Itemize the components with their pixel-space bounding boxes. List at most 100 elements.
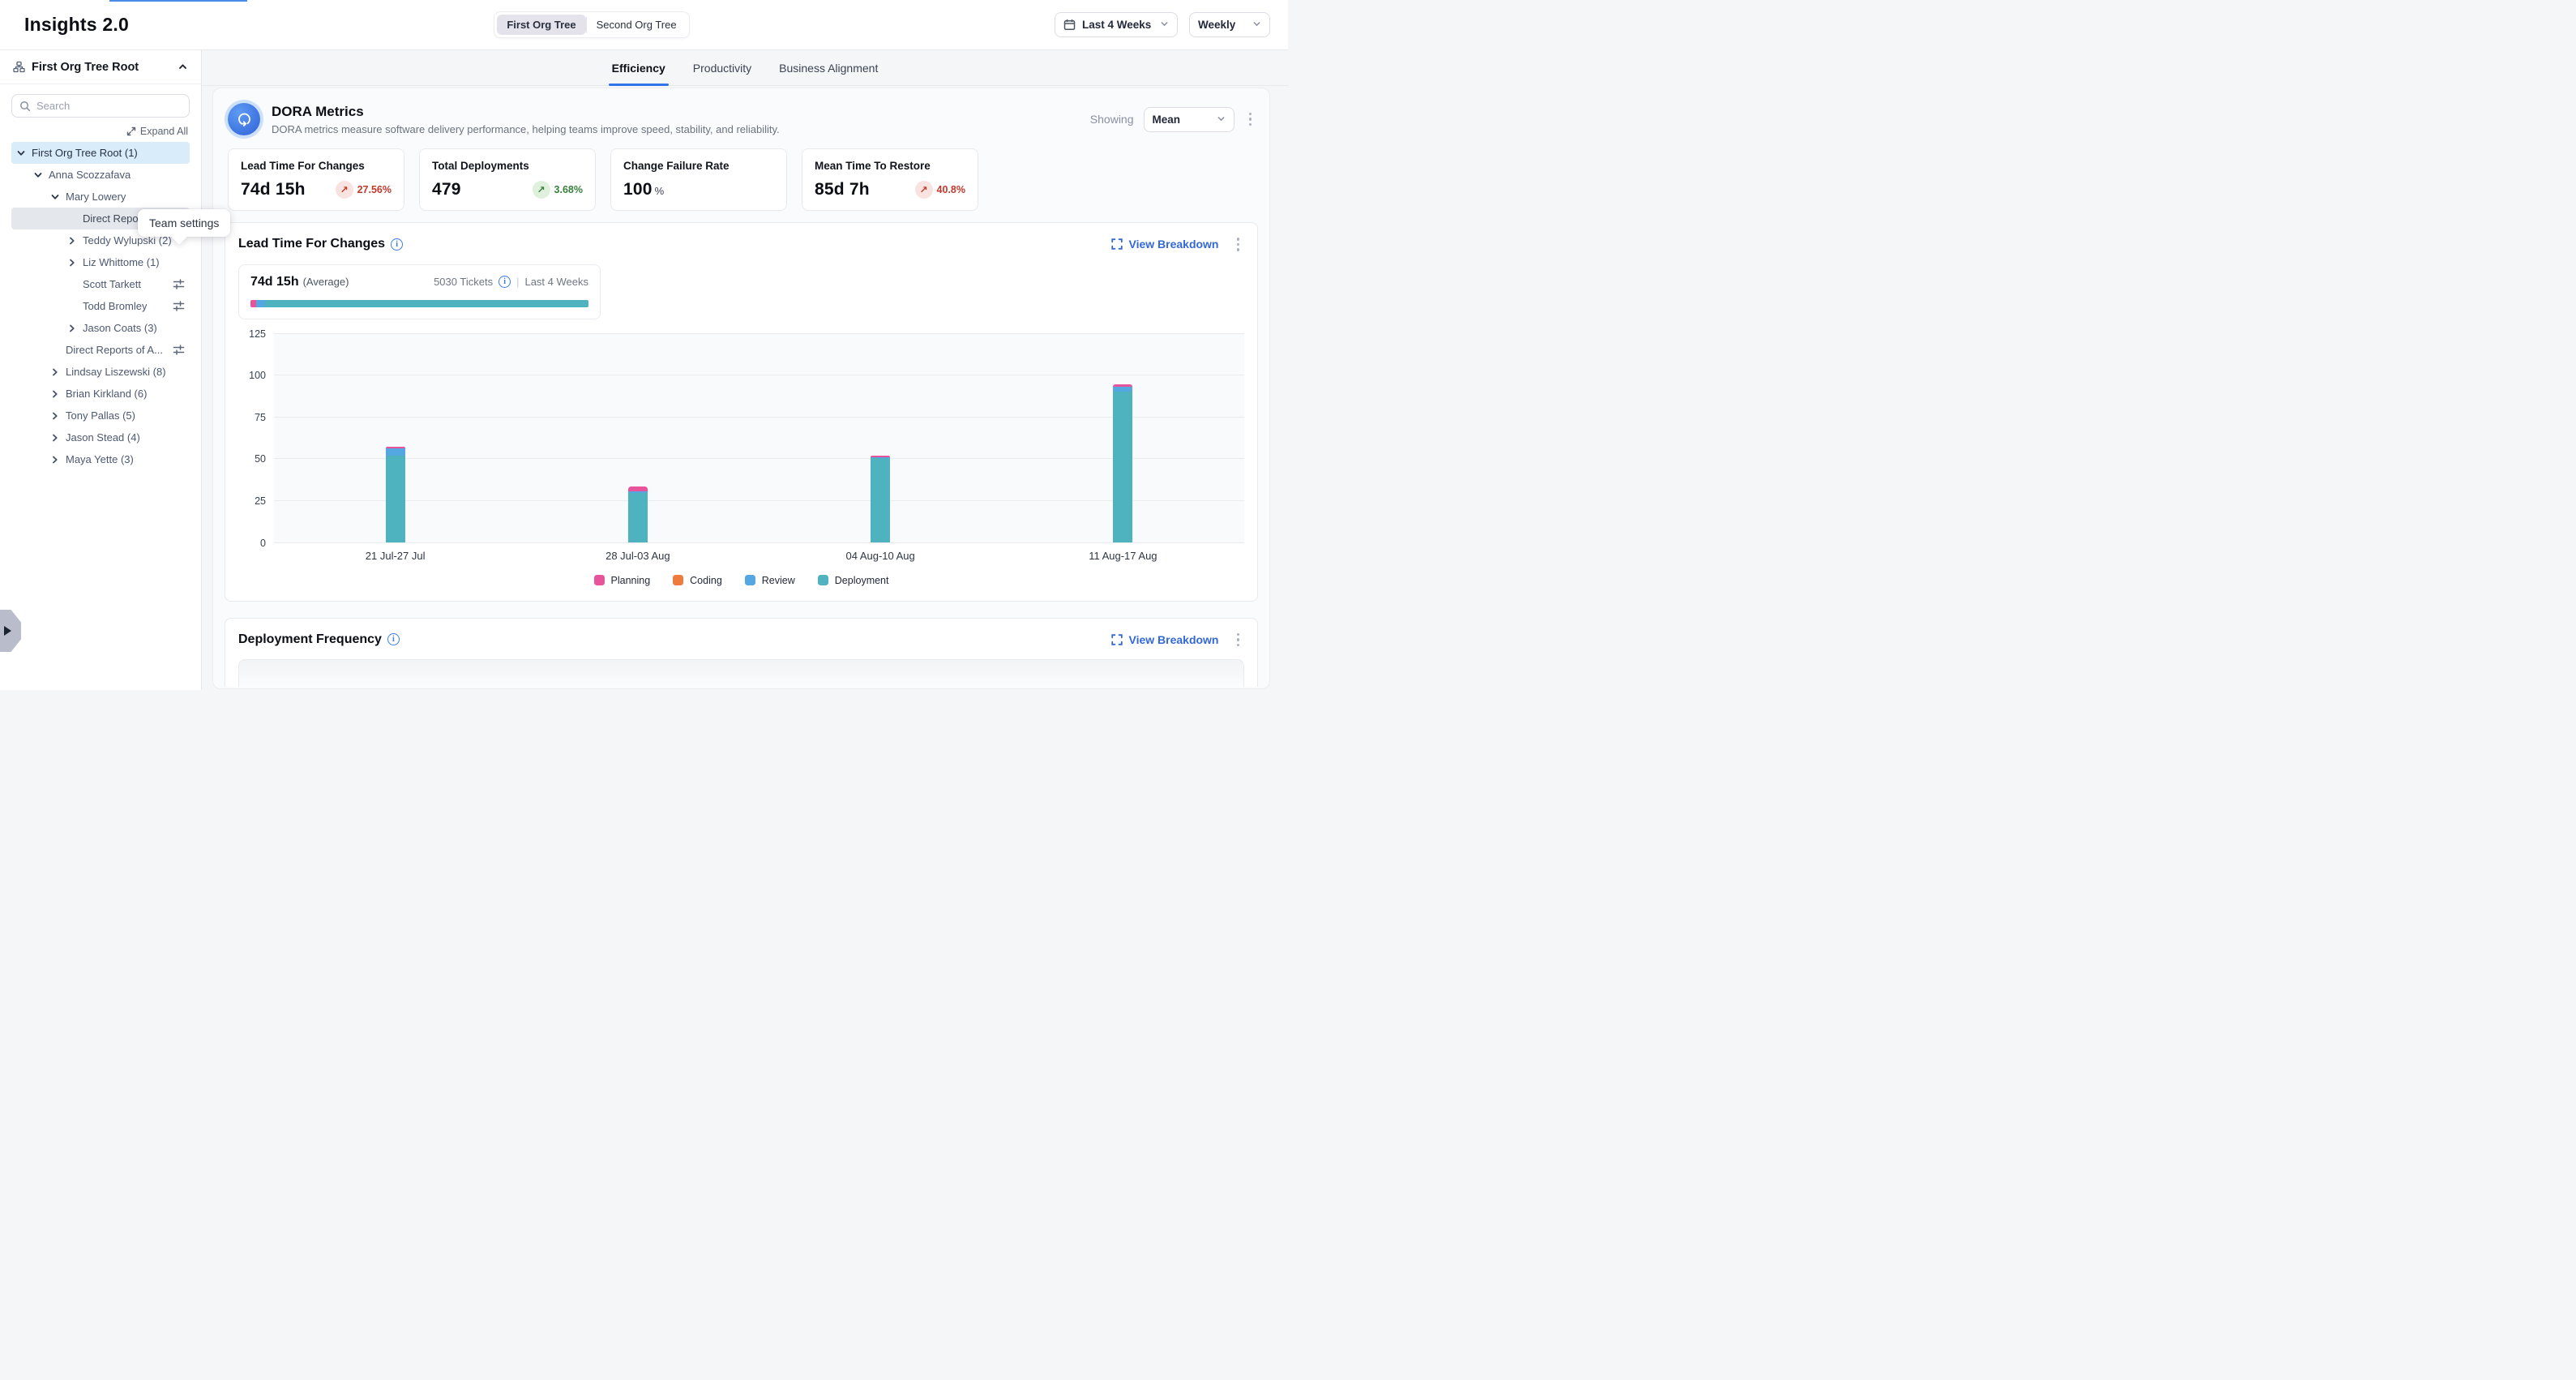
chevron-right-icon[interactable] [66,258,79,268]
topbar-controls: Last 4 Weeks Weekly [1055,12,1270,37]
chart-column [516,334,759,543]
tree-item[interactable]: First Org Tree Root (1) [11,142,190,164]
view-breakdown-label: View Breakdown [1128,238,1218,251]
lead-time-title: Lead Time For Changes [238,237,385,251]
chevron-right-icon[interactable] [66,236,79,246]
legend-item-review[interactable]: Review [745,575,795,586]
tree-item[interactable]: Mary Lowery [11,186,190,208]
org-tree-sidebar: First Org Tree Root Expand All First Org… [0,50,202,690]
org-tree-toggle-option[interactable]: Second Org Tree [587,15,687,35]
org-tree-toggle-option[interactable]: First Org Tree [497,15,585,35]
tree-item[interactable]: Jason Stead (4) [11,426,190,448]
info-icon[interactable]: i [499,276,511,288]
tree-item-label: Mary Lowery [66,191,126,203]
phase-segment-review [256,300,264,307]
team-settings-icon[interactable] [173,300,185,312]
team-settings-tooltip: Team settings [138,209,230,237]
stacked-bar [871,456,890,543]
y-tick-label: 50 [255,453,266,465]
legend-item-deployment[interactable]: Deployment [818,575,889,586]
chevron-right-icon[interactable] [66,324,79,333]
metric-card-value: 479 [432,180,461,199]
legend-label: Coding [690,575,722,586]
chevron-down-icon[interactable] [49,192,62,202]
sidebar-header[interactable]: First Org Tree Root [0,50,201,84]
y-tick-label: 25 [255,495,266,507]
tree-item[interactable]: Direct Reports of A... [11,339,190,361]
chevron-down-icon [1217,114,1226,126]
chevron-down-icon [1252,19,1261,31]
chevron-down-icon[interactable] [15,148,28,158]
view-breakdown-label: View Breakdown [1128,633,1218,646]
tree-item[interactable]: Jason Coats (3) [11,317,190,339]
search-box [11,94,190,118]
chevron-down-icon[interactable] [32,170,45,180]
metric-card: Mean Time To Restore85d 7h↗40.8% [802,148,978,211]
bar-segment-review [386,448,405,456]
info-icon[interactable]: i [391,238,403,251]
delta-value: 27.56% [357,184,392,195]
tree-item-label: Maya Yette (3) [66,453,134,465]
chevron-right-icon[interactable] [49,389,62,399]
lead-time-summary-card: 74d 15h (Average) 5030 Tickets i | Last … [238,264,601,319]
view-breakdown-link[interactable]: View Breakdown [1111,238,1218,251]
view-breakdown-link[interactable]: View Breakdown [1111,633,1218,646]
team-settings-icon[interactable] [173,344,185,356]
chevron-right-icon[interactable] [49,367,62,377]
phase-segment-deployment [265,300,588,307]
org-tree-toggle: First Org TreeSecond Org Tree [494,11,689,38]
tree-item[interactable]: Liz Whittome (1) [11,251,190,273]
info-icon[interactable]: i [387,633,400,645]
page-title: Insights 2.0 [24,14,129,36]
dora-kebab-menu[interactable] [1244,109,1257,130]
tree-item[interactable]: Todd Bromley [11,295,190,317]
legend-label: Deployment [835,575,889,586]
y-tick-label: 100 [249,370,266,381]
x-tick-label: 04 Aug-10 Aug [760,550,1002,562]
tree-item[interactable]: Lindsay Liszewski (8) [11,361,190,383]
chevron-right-icon[interactable] [49,455,62,465]
tab-bar: Efficiency Productivity Business Alignment [202,50,1288,86]
tree-item[interactable]: Maya Yette (3) [11,448,190,470]
dora-description: DORA metrics measure software delivery p… [272,123,1090,135]
deployment-frequency-title: Deployment Frequency [238,632,382,647]
org-tree-icon [13,61,25,73]
metric-card-title: Total Deployments [432,160,583,172]
lead-time-kebab-menu[interactable] [1232,234,1245,255]
stacked-bar [628,486,648,543]
metric-cards-row: Lead Time For Changes74d 15h↗27.56% Total… [228,148,1256,211]
tree-item[interactable]: Scott Tarkett [11,273,190,295]
tab-efficiency[interactable]: Efficiency [612,50,665,85]
tickets-count: 5030 Tickets [434,276,493,288]
date-range-select[interactable]: Last 4 Weeks [1055,12,1178,37]
tree-item[interactable]: Brian Kirkland (6) [11,383,190,405]
tree-item-label: Jason Coats (3) [83,322,157,334]
metric-card-title: Mean Time To Restore [815,160,965,172]
chevron-right-icon[interactable] [49,433,62,443]
metric-card: Lead Time For Changes74d 15h↗27.56% [228,148,404,211]
granularity-select[interactable]: Weekly [1189,12,1270,37]
legend-item-coding[interactable]: Coding [673,575,722,586]
phase-segment-planning [250,300,256,307]
expand-all-button[interactable]: Expand All [126,126,188,137]
chevron-right-icon[interactable] [49,411,62,421]
summary-period: Last 4 Weeks [524,276,588,288]
bar-segment-deployment [1113,392,1132,543]
deployment-frequency-kebab-menu[interactable] [1232,630,1245,650]
collapse-chevron-up-icon[interactable] [178,62,188,72]
legend-swatch [818,575,828,585]
bar-segment-planning [628,486,648,492]
tab-productivity[interactable]: Productivity [693,50,751,85]
y-tick-label: 75 [255,412,266,423]
tree-item[interactable]: Anna Scozzafava [11,164,190,186]
team-settings-icon[interactable] [173,278,185,290]
tree-item[interactable]: Tony Pallas (5) [11,405,190,426]
aggregation-select[interactable]: Mean [1144,107,1235,132]
calendar-icon [1063,19,1076,31]
legend-item-planning[interactable]: Planning [594,575,651,586]
bar-segment-deployment [628,493,648,543]
search-input[interactable] [36,100,182,112]
aggregation-value: Mean [1153,114,1181,126]
chart-column [274,334,516,543]
tab-business-alignment[interactable]: Business Alignment [779,50,878,85]
